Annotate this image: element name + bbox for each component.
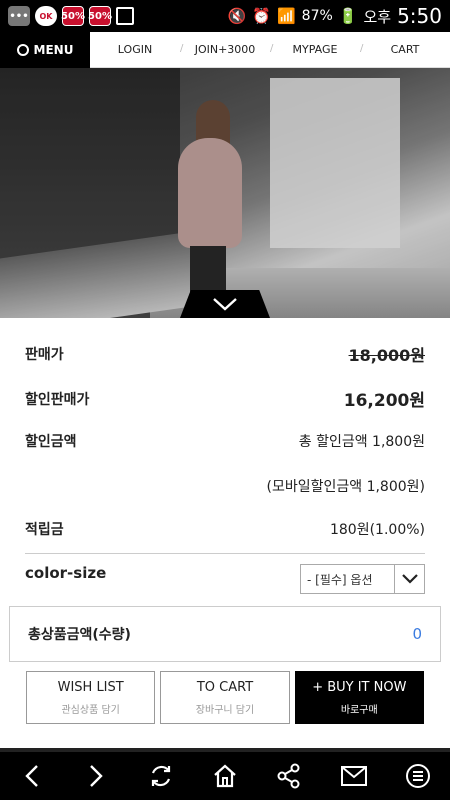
total-label: 총상품금액(수량) [28, 627, 131, 643]
buy-now-sublabel: 바로구매 [340, 704, 378, 716]
menu-icon[interactable] [403, 761, 433, 791]
expand-image-toggle[interactable] [180, 290, 270, 318]
option-row: color-size - [필수] 옵션 [25, 564, 425, 594]
option-select[interactable]: - [필수] 옵션 [300, 564, 425, 594]
nav-mypage-link[interactable]: MYPAGE [270, 43, 360, 56]
menu-label: MENU [33, 43, 74, 57]
select-arrow[interactable] [394, 564, 424, 594]
sale-price: 16,200원 [343, 391, 425, 411]
browser-bottom-bar [0, 748, 450, 800]
to-cart-label: TO CART [196, 679, 254, 695]
points-label: 적립금 [25, 522, 64, 538]
to-cart-button[interactable]: TO CART 장바구니 담기 [160, 671, 290, 724]
sale-price-row: 할인판매가 16,200원 [25, 386, 425, 411]
sale-badge-icon: 50% [61, 6, 85, 26]
wishlist-sublabel: 관심상품 담기 [61, 704, 120, 716]
points-value: 180원(1.00%) [329, 522, 425, 538]
total-value: 0 [412, 625, 422, 643]
mail-icon[interactable] [339, 761, 369, 791]
menu-button[interactable]: MENU [0, 32, 90, 68]
ampm-label: 오후 [363, 7, 392, 26]
discount-label: 할인금액 [25, 434, 77, 450]
forward-arrow-icon[interactable] [81, 761, 111, 791]
status-bar: ••• OK 50% 50% 🔇 ⏰ 📶 87% 🔋 오후 5:50 [0, 0, 450, 32]
battery-level: 87% [301, 8, 333, 24]
buy-now-label: + BUY IT NOW [312, 679, 407, 695]
back-arrow-icon[interactable] [17, 761, 47, 791]
refresh-icon[interactable] [146, 761, 176, 791]
product-hero-image [0, 68, 450, 318]
nav-join-link[interactable]: JOIN+3000 [180, 43, 270, 56]
mobile-discount: (모바일할인금액 1,800원) [266, 479, 426, 495]
clock-time: 5:50 [397, 4, 442, 28]
battery-icon: 🔋 [338, 7, 358, 25]
price-row: 판매가 18,000원 [25, 342, 425, 366]
mute-icon: 🔇 [227, 7, 247, 25]
wishlist-button[interactable]: WISH LIST 관심상품 담기 [26, 671, 156, 724]
nav-cart-link[interactable]: CART [360, 43, 450, 56]
top-nav: MENU LOGIN JOIN+3000 MYPAGE CART [0, 32, 450, 68]
chevron-down-icon [213, 298, 237, 311]
home-icon[interactable] [210, 761, 240, 791]
nav-login-link[interactable]: LOGIN [90, 43, 180, 56]
alarm-icon: ⏰ [252, 7, 271, 25]
points-row: 적립금 180원(1.00%) [25, 519, 425, 539]
action-buttons: WISH LIST 관심상품 담기 TO CART 장바구니 담기 + BUY … [26, 671, 424, 724]
option-selected-text: - [필수] 옵션 [307, 572, 373, 587]
discount-row: 할인금액 총 할인금액 1,800원 [25, 431, 425, 451]
menu-circle-icon [16, 44, 29, 56]
wifi-icon: 📶 [276, 7, 296, 25]
sale-badge-icon: 50% [88, 6, 112, 26]
discount-total: 총 할인금액 1,800원 [298, 434, 425, 450]
share-icon[interactable] [274, 761, 304, 791]
total-amount-box: 총상품금액(수량) 0 [9, 606, 441, 662]
divider [25, 553, 425, 554]
sale-price-label: 할인판매가 [25, 391, 90, 408]
message-icon: ••• [8, 6, 30, 26]
option-label: color-size [25, 564, 107, 582]
buy-now-button[interactable]: + BUY IT NOW 바로구매 [294, 671, 424, 724]
chevron-down-icon [401, 574, 418, 584]
clipboard-check-icon [116, 7, 134, 25]
mobile-discount-row: (모바일할인금액 1,800원) [25, 476, 426, 496]
wishlist-label: WISH LIST [57, 679, 124, 695]
to-cart-sublabel: 장바구니 담기 [195, 704, 255, 716]
ok-app-icon: OK [35, 6, 57, 26]
original-price: 18,000원 [348, 346, 425, 365]
price-label: 판매가 [25, 347, 64, 363]
